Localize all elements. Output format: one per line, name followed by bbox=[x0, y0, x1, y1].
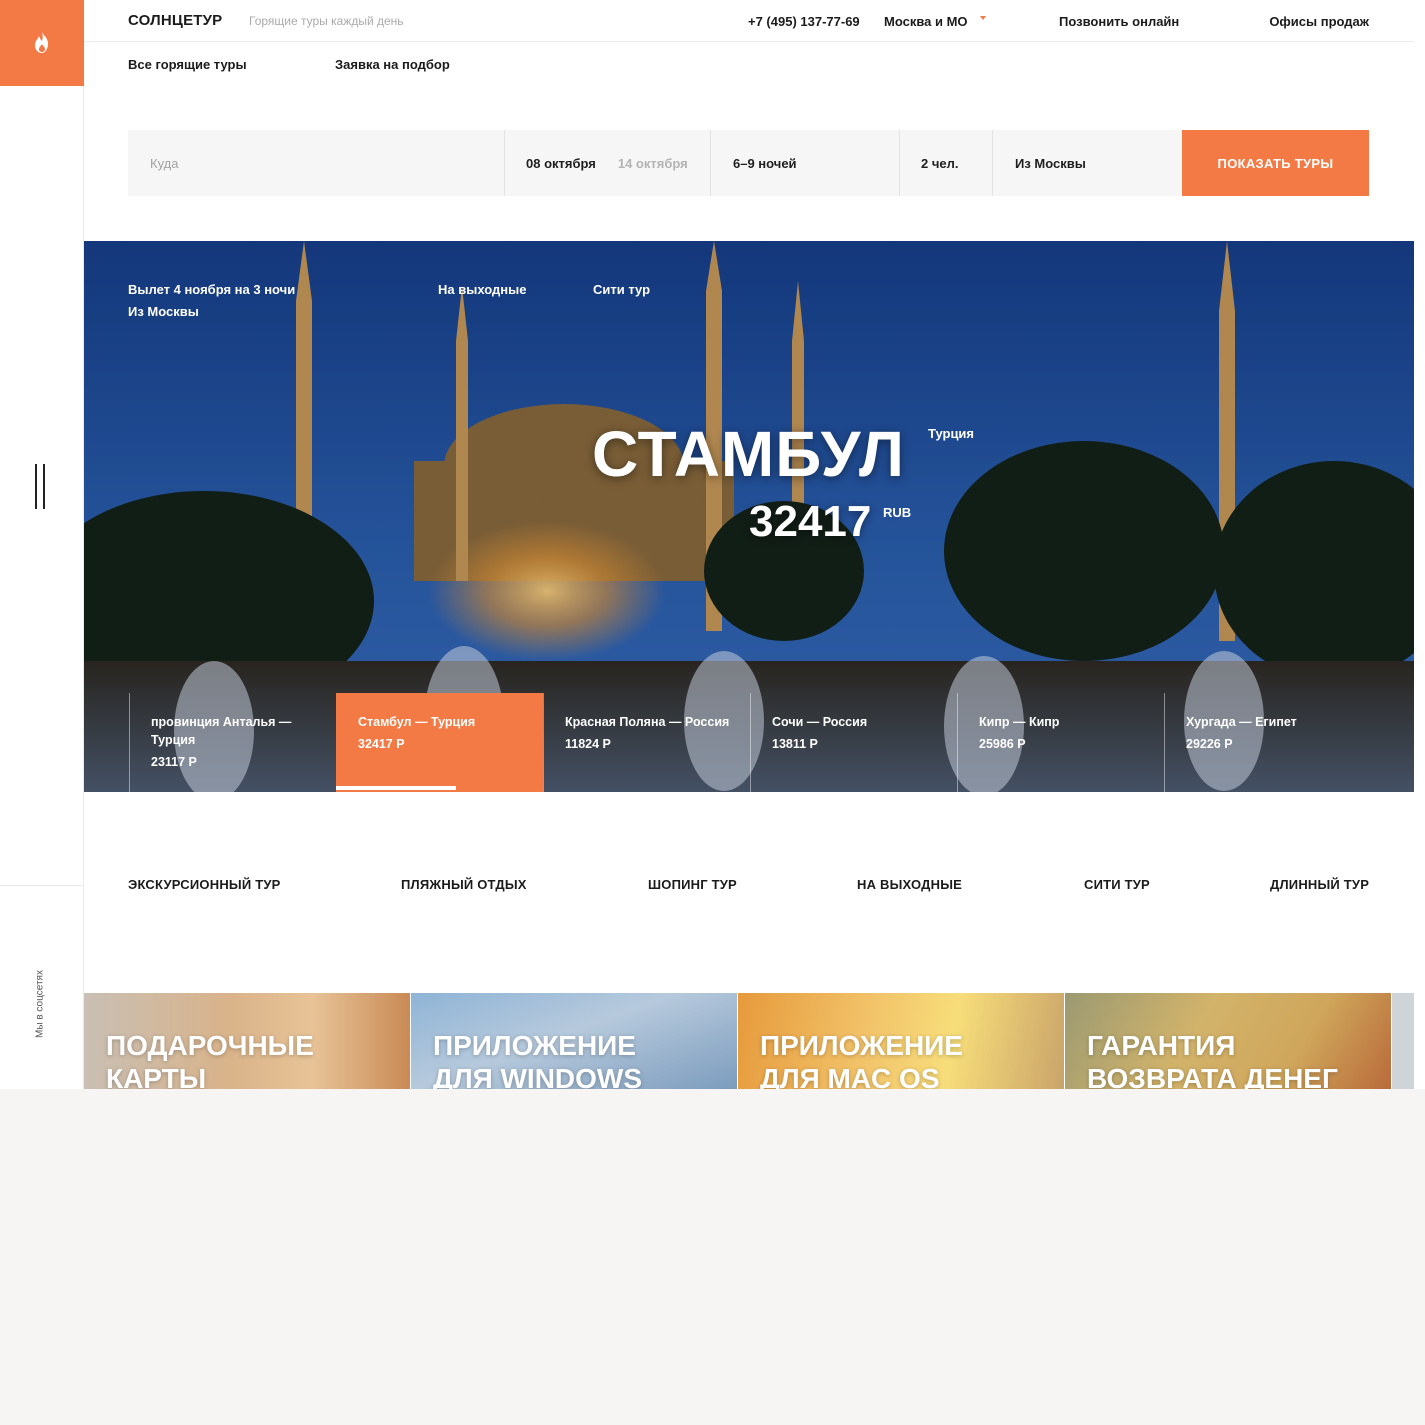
destination-placeholder: Куда bbox=[150, 155, 179, 171]
category-excursion[interactable]: ЭКСКУРСИОННЫЙ ТУР bbox=[128, 877, 281, 892]
tile-title-line: ГАРАНТИЯ bbox=[1087, 1030, 1236, 1061]
tile-title-line: ВОЗВРАТА ДЕНЕГ bbox=[1087, 1063, 1338, 1089]
search-divider bbox=[992, 130, 993, 196]
category-shopping[interactable]: ШОПИНГ ТУР bbox=[648, 877, 737, 892]
social-label: Мы в соцсетях bbox=[34, 970, 46, 1038]
date-from: 08 октября bbox=[526, 155, 596, 171]
slide-title: Сочи — Россия bbox=[772, 715, 868, 729]
nights-value: 6–9 ночей bbox=[733, 155, 797, 171]
menu-icon[interactable] bbox=[35, 464, 45, 509]
slide-title: Красная Поляна — Россия bbox=[565, 715, 730, 729]
caret-down-icon[interactable] bbox=[980, 16, 986, 20]
hero-banner: Вылет 4 ноября на 3 ночи Из Москвы На вы… bbox=[84, 241, 1414, 792]
tile-title-line: ДЛЯ WINDOWS bbox=[433, 1063, 643, 1089]
slide-price: 25986 Р bbox=[979, 737, 1026, 751]
tile-title: ГАРАНТИЯ ВОЗВРАТА ДЕНЕГ bbox=[1087, 1029, 1338, 1089]
tile-title-line: ПОДАРОЧНЫЕ bbox=[106, 1030, 314, 1061]
category-beach[interactable]: ПЛЯЖНЫЙ ОТДЫХ bbox=[401, 877, 527, 892]
slide-title: Хургада — Египет bbox=[1186, 715, 1297, 729]
hero-tag-departure: Вылет 4 ноября на 3 ночи Из Москвы bbox=[128, 279, 295, 323]
slide-item[interactable]: Хургада — Египет 29226 Р bbox=[1164, 693, 1371, 792]
search-divider bbox=[710, 130, 711, 196]
show-tours-button[interactable]: ПОКАЗАТЬ ТУРЫ bbox=[1182, 130, 1369, 196]
hero-tag-city-tour[interactable]: Сити тур bbox=[593, 279, 650, 301]
promo-tile-money-back[interactable]: ГАРАНТИЯ ВОЗВРАТА ДЕНЕГ bbox=[1065, 993, 1391, 1089]
slide-price: 23117 Р bbox=[151, 755, 197, 769]
nights-field[interactable]: 6–9 ночей bbox=[733, 130, 893, 196]
hero-slides: провинция Анталья — Турция 23117 Р Стамб… bbox=[129, 693, 1414, 792]
tile-title: ПРИЛОЖЕНИЕ ДЛЯ WINDOWS bbox=[433, 1029, 642, 1089]
people-value: 2 чел. bbox=[921, 155, 959, 171]
search-divider bbox=[899, 130, 900, 196]
left-rail: Мы в соцсетях bbox=[0, 0, 84, 1089]
slide-price: 13811 Р bbox=[772, 737, 818, 751]
destination-field[interactable]: Куда bbox=[150, 130, 500, 196]
promo-tile-next-edge[interactable] bbox=[1392, 993, 1414, 1089]
slide-price: 32417 Р bbox=[358, 737, 405, 751]
hero-tag-weekend[interactable]: На выходные bbox=[438, 279, 526, 301]
slide-item[interactable]: Кипр — Кипр 25986 Р bbox=[957, 693, 1164, 792]
category-city[interactable]: СИТИ ТУР bbox=[1084, 877, 1150, 892]
slide-item[interactable]: Красная Поляна — Россия 11824 Р bbox=[543, 693, 750, 792]
nav-request[interactable]: Заявка на подбор bbox=[335, 57, 450, 72]
promo-tile-gift-cards[interactable]: ПОДАРОЧНЫЕ КАРТЫ bbox=[84, 993, 410, 1089]
promo-tile-mac-app[interactable]: ПРИЛОЖЕНИЕ ДЛЯ MAC OS bbox=[738, 993, 1064, 1089]
offices-link[interactable]: Офисы продаж bbox=[1269, 14, 1369, 29]
call-online-link[interactable]: Позвонить онлайн bbox=[1059, 14, 1179, 29]
page: Мы в соцсетях СОЛНЦЕТУР Горящие туры каж… bbox=[0, 0, 1425, 1089]
tile-title-line: ПРИЛОЖЕНИЕ bbox=[760, 1030, 963, 1061]
tile-title: ПОДАРОЧНЫЕ КАРТЫ bbox=[106, 1029, 314, 1089]
slide-title: Кипр — Кипр bbox=[979, 715, 1060, 729]
brand-tagline: Горящие туры каждый день bbox=[249, 14, 404, 28]
hero-tag-departure-line: Вылет 4 ноября на 3 ночи bbox=[128, 282, 296, 297]
slide-title: Стамбул — Турция bbox=[358, 715, 476, 729]
header-divider bbox=[84, 41, 1414, 42]
category-weekend[interactable]: НА ВЫХОДНЫЕ bbox=[857, 877, 962, 892]
dates-field[interactable]: 08 октября 14 октября bbox=[526, 130, 706, 196]
hero-country: Турция bbox=[928, 426, 975, 441]
departure-field[interactable]: Из Москвы bbox=[1015, 130, 1175, 196]
hero-tag-from: Из Москвы bbox=[128, 304, 199, 319]
tile-title: ПРИЛОЖЕНИЕ ДЛЯ MAC OS bbox=[760, 1029, 963, 1089]
slide-price: 11824 Р bbox=[565, 737, 611, 751]
date-to: 14 октября bbox=[617, 155, 688, 171]
tile-title-line: ПРИЛОЖЕНИЕ bbox=[433, 1030, 636, 1061]
slide-item-active[interactable]: Стамбул — Турция 32417 Р bbox=[336, 693, 543, 792]
departure-value: Из Москвы bbox=[1015, 155, 1086, 171]
region-selector[interactable]: Москва и МО bbox=[884, 14, 968, 29]
nav-all-hot-tours[interactable]: Все горящие туры bbox=[128, 57, 247, 72]
tile-title-line: ДЛЯ MAC OS bbox=[760, 1063, 940, 1089]
hero-currency: RUB bbox=[883, 505, 912, 520]
category-long[interactable]: ДЛИННЫЙ ТУР bbox=[1270, 877, 1369, 892]
slide-item[interactable]: Сочи — Россия 13811 Р bbox=[750, 693, 957, 792]
search-divider bbox=[504, 130, 505, 196]
logo[interactable] bbox=[0, 0, 84, 86]
slide-item[interactable]: провинция Анталья — Турция 23117 Р bbox=[129, 693, 336, 792]
phone-link[interactable]: +7 (495) 137-77-69 bbox=[748, 14, 860, 29]
slide-progress-indicator bbox=[336, 786, 456, 790]
people-field[interactable]: 2 чел. bbox=[921, 130, 991, 196]
slide-title: провинция Анталья — Турция bbox=[151, 715, 292, 747]
flame-icon bbox=[35, 32, 48, 53]
rail-divider bbox=[0, 885, 84, 886]
slide-price: 29226 Р bbox=[1186, 737, 1233, 751]
promo-tile-windows-app[interactable]: ПРИЛОЖЕНИЕ ДЛЯ WINDOWS bbox=[411, 993, 737, 1089]
brand-name[interactable]: СОЛНЦЕТУР bbox=[128, 12, 222, 29]
hero-price: 32417 bbox=[749, 497, 872, 546]
tile-title-line: КАРТЫ bbox=[106, 1063, 207, 1089]
hero-city: СТАМБУЛ bbox=[592, 418, 905, 490]
search-bar: Куда 08 октября 14 октября 6–9 ночей 2 ч… bbox=[128, 130, 1369, 196]
